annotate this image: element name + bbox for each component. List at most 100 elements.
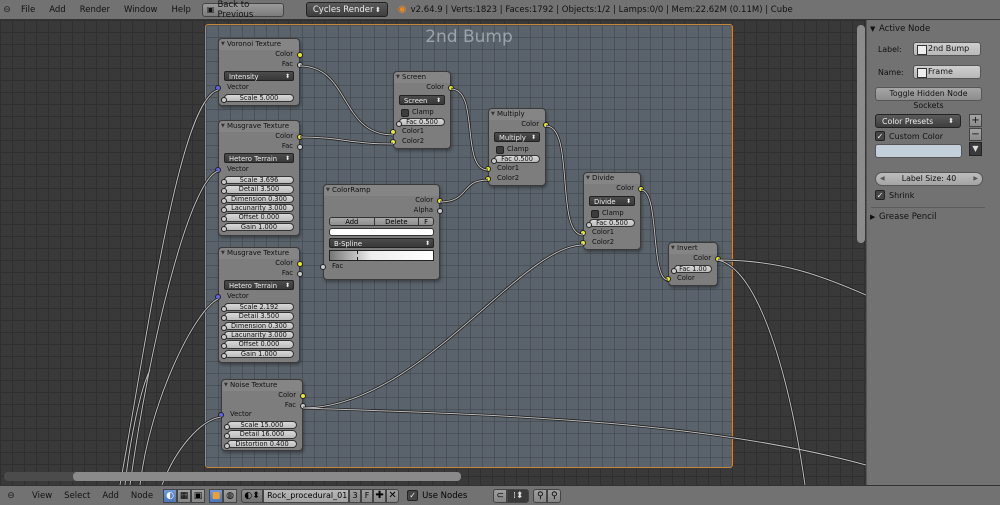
musgrave-type-dropdown[interactable]: Hetero Terrain [224,153,294,164]
socket-alpha[interactable] [437,207,443,214]
node-label-input[interactable]: 2nd Bump [913,42,981,56]
socket-color[interactable] [543,122,549,128]
active-stop-color[interactable] [329,228,434,237]
node-editor-canvas[interactable]: 2nd Bump Voronoi Texture Color Fac Inten… [0,20,866,485]
socket[interactable] [221,225,227,232]
menu-node[interactable]: Node [125,491,159,501]
socket-color-in[interactable] [665,275,671,282]
musgrave-type-dropdown[interactable]: Hetero Terrain [224,280,294,291]
coloring-dropdown[interactable]: Intensity [224,71,294,82]
node-screen[interactable]: Screen Color Screen Clamp Fac 0.500 Colo… [390,71,454,149]
gain-field[interactable]: Gain 1.000 [221,349,294,359]
socket[interactable] [221,305,227,312]
menu-file[interactable]: File [14,5,42,15]
blend-mode-dropdown[interactable]: Divide [589,195,635,207]
node-name-input[interactable]: Frame [913,65,981,79]
detail-field[interactable]: Detail 16.000 [224,430,297,440]
socket-fac[interactable] [396,120,402,127]
socket[interactable] [221,352,227,359]
gain-field[interactable]: Gain 1.000 [221,222,294,232]
socket[interactable] [221,206,227,213]
remove-preset-button[interactable]: − [969,128,982,141]
socket-color2[interactable] [485,175,491,182]
node-header[interactable]: Noise Texture [222,380,302,391]
distortion-field[interactable]: Distortion 0.400 [224,439,297,449]
socket-color1[interactable] [580,229,586,236]
socket[interactable] [221,216,227,223]
menu-render[interactable]: Render [73,5,117,15]
socket-fac[interactable] [671,267,677,274]
scale-field[interactable]: Scale 3.696 [221,175,294,185]
socket-color[interactable] [297,134,303,140]
offset-field[interactable]: Offset 0.000 [221,340,294,350]
node-header[interactable]: Divide [584,173,640,184]
use-nodes-checkbox[interactable]: ✓ Use Nodes [407,490,467,501]
node-header[interactable]: Multiply [489,109,545,120]
texture-nodes-icon[interactable]: ▦ [177,488,192,503]
material-name-input[interactable]: Rock_procedural_01 [263,488,350,503]
socket[interactable] [221,324,227,331]
socket-color[interactable] [715,256,721,262]
socket[interactable] [224,433,230,440]
dimension-field[interactable]: Dimension 0.300 [221,194,294,204]
socket-color[interactable] [297,52,303,58]
socket-fac[interactable] [297,61,303,68]
node-header[interactable]: Musgrave Texture [219,248,299,259]
socket-vector[interactable] [215,294,221,301]
node-header[interactable]: ColorRamp [324,185,439,196]
unlink-material-button[interactable]: ✕ [386,488,400,503]
preset-menu-button[interactable]: ▼ [969,142,982,156]
menu-window[interactable]: Window [117,5,165,15]
socket-vector[interactable] [218,412,224,419]
node-colorramp[interactable]: ColorRamp Color Alpha Add Delete F B-Spl… [320,184,443,280]
shader-nodes-icon[interactable]: ◐ [163,488,178,503]
ramp-stop-handle[interactable] [357,251,358,261]
custom-color-swatch[interactable] [875,144,962,158]
snap-icon[interactable]: ⊂ [493,488,508,503]
node-header[interactable]: Musgrave Texture [219,121,299,132]
node-voronoi-texture[interactable]: Voronoi Texture Color Fac Intensity Vect… [215,38,303,106]
node-multiply[interactable]: Multiply Color Multiply Clamp Fac 0.500 … [485,108,549,186]
fac-field[interactable]: Fac 0.500 [396,117,445,127]
custom-color-checkbox[interactable]: ✓ Custom Color [875,130,943,142]
socket-fac[interactable] [297,143,303,150]
dimension-field[interactable]: Dimension 0.300 [221,321,294,331]
lacunarity-field[interactable]: Lacunarity 3.000 [221,330,294,340]
scale-field[interactable]: Scale 5.000 [221,93,294,103]
socket-fac[interactable] [586,221,592,228]
flip-ramp-button[interactable]: F [419,218,433,226]
blend-mode-dropdown[interactable]: Screen [399,94,445,106]
copy-nodes-icon[interactable]: ⚲ [533,488,548,503]
new-material-button[interactable]: ✚ [373,488,387,503]
socket[interactable] [221,343,227,350]
active-node-panel-header[interactable]: Active Node [867,21,1000,37]
socket-color[interactable] [300,393,306,399]
offset-field[interactable]: Offset 0.000 [221,213,294,223]
menu-add[interactable]: Add [42,5,72,15]
toggle-hidden-node-sockets-button[interactable]: Toggle Hidden Node Sockets [875,87,982,110]
socket[interactable] [221,197,227,204]
node-noise-texture[interactable]: Noise Texture Color Fac Vector Scale 15.… [218,379,306,451]
socket-color[interactable] [448,85,454,91]
socket-color[interactable] [638,186,644,192]
socket[interactable] [221,315,227,322]
snap-element-icon[interactable]: ⁞⬍ [507,488,530,503]
socket-vector[interactable] [215,85,221,92]
menu-help[interactable]: Help [164,5,197,15]
socket-color[interactable] [297,261,303,267]
blend-mode-dropdown[interactable]: Multiply [494,131,540,143]
socket-color[interactable] [437,198,443,204]
node-musgrave-texture-2[interactable]: Musgrave Texture Color Fac Hetero Terrai… [215,247,303,363]
color-presets-dropdown[interactable]: Color Presets ⬍ [875,114,961,128]
render-engine-select[interactable]: Cycles Render ⬍ [305,2,388,17]
node-divide[interactable]: Divide Color Divide Clamp Fac 0.500 Colo… [580,172,644,250]
clamp-checkbox[interactable]: Clamp [489,144,545,154]
scale-field[interactable]: Scale 15.000 [224,420,297,430]
socket-color1[interactable] [485,165,491,172]
socket-fac[interactable] [491,157,497,164]
object-shader-icon[interactable]: ■ [209,488,224,503]
socket-color1[interactable] [390,128,396,135]
fac-field[interactable]: Fac 0.500 [586,218,635,228]
socket[interactable] [224,423,230,430]
label-size-slider[interactable]: ◀ Label Size: 40 ▶ [875,172,983,186]
